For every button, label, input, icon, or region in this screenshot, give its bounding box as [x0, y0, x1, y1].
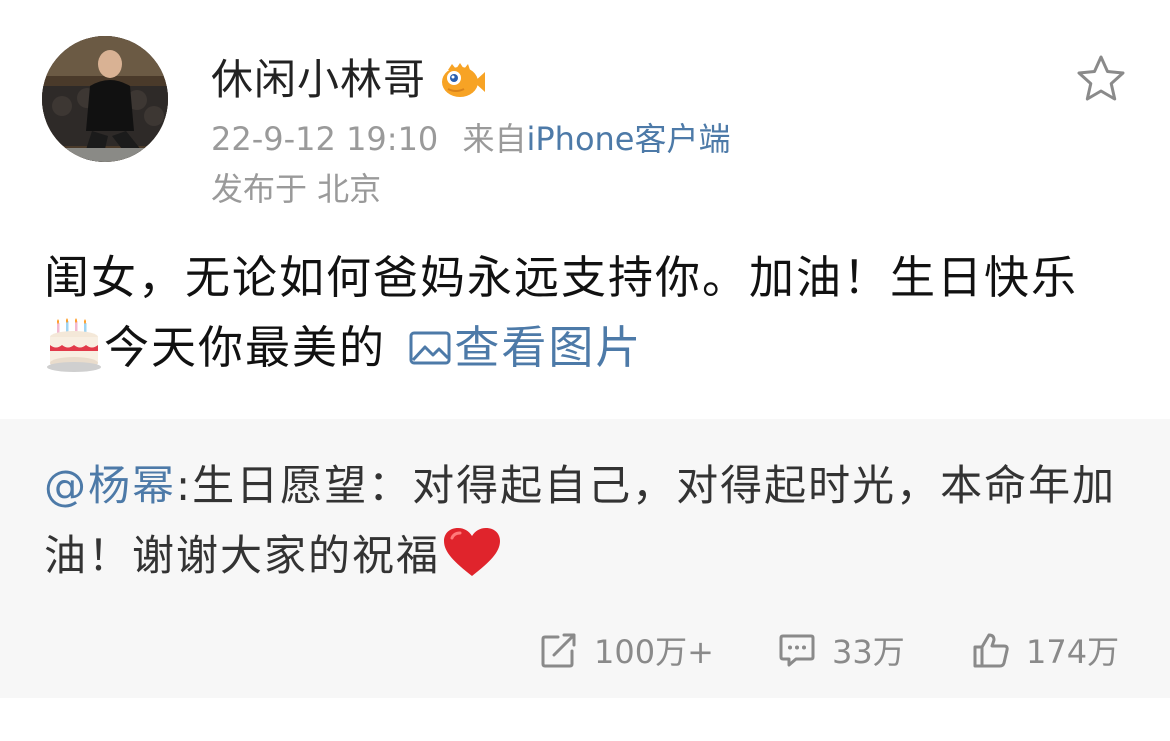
- quoted-post-text: :生日愿望：对得起自己，对得起时光，本命年加油！谢谢大家的祝福: [44, 461, 1117, 580]
- star-outline-icon: [1077, 55, 1125, 101]
- weibo-post-card: 休闲小林哥 22-9-12 19:10 来自iPhone客户端 发布于 北京 闺…: [0, 0, 1170, 741]
- repost-icon: [541, 633, 576, 668]
- quoted-post-content[interactable]: @杨幂:生日愿望：对得起自己，对得起时光，本命年加油！谢谢大家的祝福: [44, 451, 1134, 591]
- comment-icon: [779, 634, 815, 667]
- birthday-cake-emoji: [46, 317, 102, 373]
- red-heart-emoji: [442, 526, 502, 578]
- comment-button[interactable]: 33万: [778, 626, 905, 674]
- repost-count: 100万+: [594, 633, 714, 671]
- post-text-part2: 今天你最美的: [104, 321, 387, 374]
- author-name[interactable]: 休闲小林哥: [211, 52, 426, 108]
- post-text-part1: 闺女，无论如何爸妈永远支持你。加油！生日快乐: [44, 251, 1079, 304]
- source-prefix: 来自: [462, 120, 527, 158]
- favorite-button[interactable]: [1074, 52, 1128, 106]
- author-name-row[interactable]: 休闲小林哥: [211, 52, 486, 108]
- post-source-link[interactable]: iPhone客户端: [526, 120, 730, 158]
- action-bar: 100万+ 33万 174万: [0, 626, 1170, 674]
- fish-vip-badge-icon: [438, 58, 486, 102]
- view-pictures-link[interactable]: 查看图片: [402, 321, 642, 374]
- view-pictures-label[interactable]: 查看图片: [454, 321, 642, 374]
- mention-link[interactable]: @杨幂: [44, 461, 176, 510]
- picture-icon: [408, 316, 452, 365]
- post-meta: 22-9-12 19:10 来自iPhone客户端: [211, 117, 731, 161]
- thumbs-up-icon: [973, 633, 1009, 668]
- author-avatar[interactable]: [42, 36, 168, 162]
- post-timestamp: 22-9-12 19:10: [211, 120, 439, 158]
- post-content: 闺女，无论如何爸妈永远支持你。加油！生日快乐 今天你最美的 查看图片: [44, 243, 1134, 383]
- like-count: 174万: [1026, 633, 1120, 671]
- like-button[interactable]: 174万: [972, 626, 1119, 674]
- bottom-spacer: [0, 698, 1170, 741]
- comment-count: 33万: [832, 633, 905, 671]
- post-location: 发布于 北京: [211, 170, 382, 208]
- repost-button[interactable]: 100万+: [540, 626, 714, 674]
